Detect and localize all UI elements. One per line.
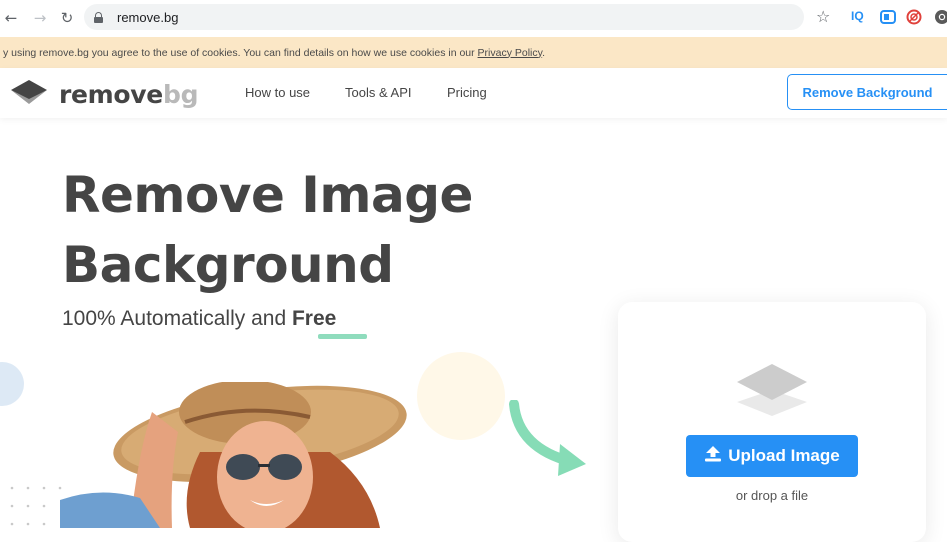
nav-tools-api[interactable]: Tools & API — [345, 85, 411, 100]
hero-title: Remove Image Background — [62, 160, 473, 300]
cookie-suffix: . — [542, 46, 546, 59]
logo-text-main: remove — [59, 79, 163, 109]
drop-file-text: or drop a file — [735, 488, 809, 503]
hero-subtitle-free: Free — [291, 307, 337, 330]
decorative-dots — [10, 486, 62, 526]
green-arrow-icon — [509, 400, 586, 476]
forward-button[interactable]: → — [32, 8, 48, 28]
cookie-message: y using remove.bg you agree to the use o… — [3, 46, 478, 59]
decorative-blue-circle — [0, 362, 24, 406]
upload-image-button[interactable]: Upload Image — [686, 435, 858, 477]
site-header: remove bg How to use Tools & API Pricing … — [0, 68, 947, 118]
url-text: remove.bg — [117, 9, 179, 25]
logo[interactable]: remove bg — [9, 78, 198, 110]
cookie-banner: y using remove.bg you agree to the use o… — [0, 37, 947, 68]
privacy-policy-link[interactable]: Privacy Policy — [478, 47, 543, 59]
upload-card[interactable]: Upload Image or drop a file — [618, 302, 926, 542]
remove-background-button[interactable]: Remove Background — [787, 74, 947, 110]
lock-icon — [94, 11, 103, 23]
layers-logo-icon — [9, 78, 49, 110]
back-button[interactable]: ← — [3, 8, 19, 28]
nav-how-to-use[interactable]: How to use — [245, 85, 310, 100]
logo-text-accent: bg — [162, 79, 199, 109]
iq-extension-icon[interactable]: IQ — [851, 9, 864, 27]
hero-title-line2: Background — [62, 236, 394, 294]
hero-title-line1: Remove Image — [62, 166, 473, 224]
reload-button[interactable]: ↻ — [59, 8, 75, 28]
hero-photo — [60, 382, 407, 528]
layers-upload-icon — [737, 364, 807, 416]
chrome-profile-icon[interactable] — [934, 9, 947, 27]
hero-subtitle-text: 100% Automatically and — [62, 307, 292, 330]
tab-extension-icon[interactable] — [880, 10, 896, 28]
nav-pricing[interactable]: Pricing — [447, 85, 487, 100]
no-extension-icon[interactable] — [906, 9, 922, 27]
upload-button-label: Upload Image — [728, 446, 840, 465]
address-bar[interactable]: remove.bg — [84, 4, 804, 30]
free-underline — [318, 334, 367, 339]
browser-toolbar: ← → ↻ remove.bg ☆ IQ — [0, 0, 947, 36]
hero-subtitle: 100% Automatically and Free — [62, 307, 336, 331]
upload-arrow-icon — [704, 445, 722, 467]
bookmark-star-icon[interactable]: ☆ — [816, 7, 830, 26]
cookie-text: y using remove.bg you agree to the use o… — [3, 47, 545, 59]
